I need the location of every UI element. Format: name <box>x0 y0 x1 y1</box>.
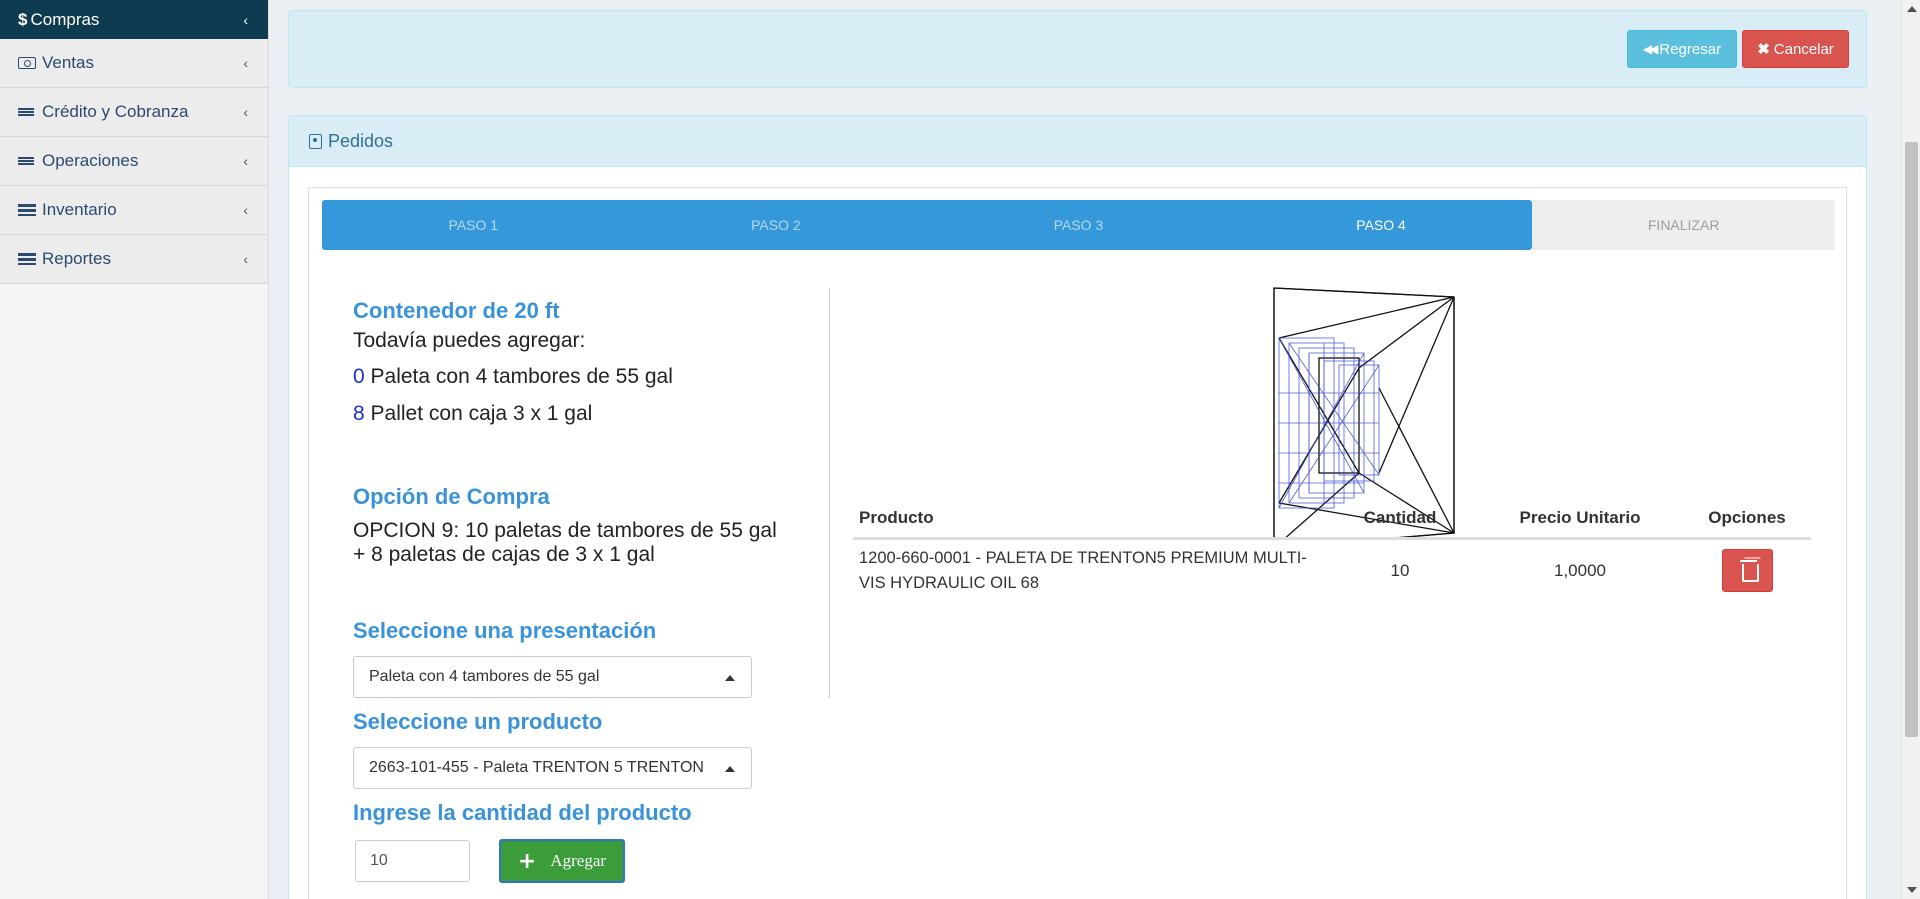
back-button[interactable]: ◀◀ Regresar <box>1627 30 1737 68</box>
add-button[interactable]: + Agregar <box>499 839 625 883</box>
chevron-left-icon: ‹ <box>243 153 248 169</box>
page-scrollbar[interactable] <box>1901 0 1920 899</box>
dollar-icon: $ <box>18 9 28 29</box>
tasks-icon <box>18 204 36 216</box>
remaining-item: 0 Paleta con 4 tambores de 55 gal <box>353 365 673 389</box>
product-select-value: 2663-101-455 - Paleta TRENTON 5 TRENTON <box>369 759 704 776</box>
sliders-icon <box>18 106 36 118</box>
scroll-down-arrow-icon[interactable] <box>1907 887 1917 893</box>
purchase-option-line2: + 8 paletas de cajas de 3 x 1 gal <box>353 543 655 566</box>
remaining-count: 0 <box>353 365 365 388</box>
sidebar-item-label: Reportes <box>42 249 111 268</box>
wizard-steps: PASO 1 PASO 2 PASO 3 PASO 4 FINALIZAR <box>322 200 1835 250</box>
sidebar-item-label: Operaciones <box>42 151 139 170</box>
remaining-label: Pallet con caja 3 x 1 gal <box>370 402 593 425</box>
col-header-options: Opciones <box>1683 500 1811 540</box>
delete-button[interactable] <box>1721 549 1773 593</box>
quantity-input[interactable] <box>355 840 470 882</box>
add-button-label: Agregar <box>550 851 607 870</box>
column-divider <box>829 288 830 698</box>
caret-up-icon <box>725 675 735 681</box>
container-subtitle: Todavía puedes agregar: <box>353 329 586 352</box>
panel-header: Pedidos <box>289 116 1866 167</box>
sliders-icon <box>18 155 36 167</box>
col-header-unit-price: Precio Unitario <box>1477 500 1683 540</box>
sidebar-item-label: Compras <box>30 9 100 29</box>
plus-icon: + <box>517 848 537 874</box>
scroll-thumb[interactable] <box>1905 142 1918 737</box>
sidebar-item-reportes[interactable]: Reportes ‹ <box>0 235 268 284</box>
caret-up-icon <box>725 766 735 772</box>
sidebar-item-compras[interactable]: $ Compras ‹ <box>0 0 268 39</box>
remaining-count: 8 <box>353 402 365 425</box>
purchase-option-title: Opción de Compra <box>353 484 550 509</box>
money-icon <box>18 57 36 69</box>
container-title: Contenedor de 20 ft <box>353 298 560 323</box>
cancel-button-label: Cancelar <box>1773 40 1834 58</box>
order-items-table: Producto Cantidad Precio Unitario Opcion… <box>853 500 1811 602</box>
cell-unit-price: 1,0000 <box>1554 560 1606 580</box>
sidebar-item-label: Ventas <box>42 53 94 72</box>
action-bar: ◀◀ Regresar ✖ Cancelar <box>288 10 1867 88</box>
presentation-select[interactable]: Paleta con 4 tambores de 55 gal <box>353 656 752 698</box>
backward-icon: ◀◀ <box>1642 42 1659 56</box>
cell-quantity: 10 <box>1390 560 1410 580</box>
scroll-up-arrow-icon[interactable] <box>1907 6 1917 12</box>
close-icon: ✖ <box>1757 41 1770 58</box>
sidebar-item-label: Crédito y Cobranza <box>42 102 189 121</box>
chevron-left-icon: ‹ <box>243 202 248 218</box>
wizard-container: PASO 1 PASO 2 PASO 3 PASO 4 FINALIZAR Co… <box>308 187 1847 899</box>
sidebar-item-ventas[interactable]: Ventas ‹ <box>0 39 268 88</box>
product-select[interactable]: 2663-101-455 - Paleta TRENTON 5 TRENTON <box>353 747 752 789</box>
tasks-icon <box>18 253 36 265</box>
quantity-label: Ingrese la cantidad del producto <box>353 800 692 825</box>
presentation-select-value: Paleta con 4 tambores de 55 gal <box>369 668 600 685</box>
presentation-label: Seleccione una presentación <box>353 618 657 643</box>
product-label: Seleccione un producto <box>353 709 603 734</box>
sidebar-item-credito-cobranza[interactable]: Crédito y Cobranza ‹ <box>0 88 268 137</box>
cancel-button[interactable]: ✖ Cancelar <box>1742 30 1849 68</box>
back-button-label: Regresar <box>1659 40 1722 58</box>
chevron-left-icon: ‹ <box>243 11 248 28</box>
panel-title: Pedidos <box>328 130 394 151</box>
sidebar-item-inventario[interactable]: Inventario ‹ <box>0 186 268 235</box>
chevron-left-icon: ‹ <box>243 251 248 267</box>
step-2[interactable]: PASO 2 <box>624 200 928 250</box>
sidebar-item-operaciones[interactable]: Operaciones ‹ <box>0 137 268 186</box>
step-1[interactable]: PASO 1 <box>322 200 625 250</box>
sidebar: $ Compras ‹ Ventas ‹ Crédito y Cobranza … <box>0 0 269 899</box>
col-header-quantity: Cantidad <box>1323 500 1477 540</box>
step-finalizar[interactable]: FINALIZAR <box>1532 200 1835 250</box>
step-3[interactable]: PASO 3 <box>927 200 1230 250</box>
contact-card-icon <box>309 133 322 149</box>
col-header-product: Producto <box>853 500 1323 540</box>
table-row: 1200-660-0001 - PALETA DE TRENTON5 PREMI… <box>853 538 1811 602</box>
remaining-label: Paleta con 4 tambores de 55 gal <box>370 365 673 388</box>
remaining-item: 8 Pallet con caja 3 x 1 gal <box>353 402 592 426</box>
cell-options <box>1683 538 1811 602</box>
orders-panel: Pedidos PASO 1 PASO 2 PASO 3 PASO 4 FINA… <box>288 115 1867 899</box>
chevron-left-icon: ‹ <box>243 55 248 71</box>
table-header-row: Producto Cantidad Precio Unitario Opcion… <box>853 500 1811 540</box>
chevron-left-icon: ‹ <box>243 104 248 120</box>
sidebar-item-label: Inventario <box>42 200 117 219</box>
purchase-option-line1: OPCION 9: 10 paletas de tambores de 55 g… <box>353 519 777 542</box>
step-4[interactable]: PASO 4 <box>1229 200 1533 250</box>
cell-product: 1200-660-0001 - PALETA DE TRENTON5 PREMI… <box>859 548 1307 592</box>
